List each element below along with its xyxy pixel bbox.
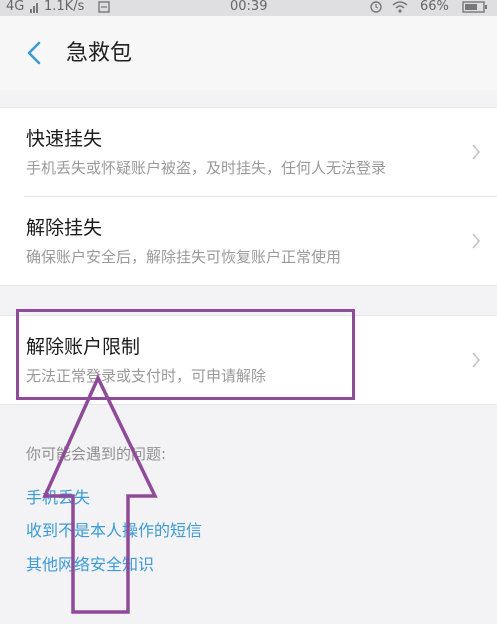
remove-account-limit-desc: 无法正常登录或支付时，可申请解除 (26, 367, 267, 385)
battery-level: 66% (420, 0, 449, 14)
status-bar: 4G 1.1K/s 00:39 66% (0, 0, 497, 16)
quick-report-loss-item[interactable]: 快速挂失 手机丢失或怀疑账户被盗，及时挂失，任何人无法登录 (0, 108, 497, 196)
lock-actions-group: 快速挂失 手机丢失或怀疑账户被盗，及时挂失，任何人无法登录 解除挂失 确保账户安… (0, 107, 497, 286)
cancel-report-loss-item[interactable]: 解除挂失 确保账户安全后，解除挂失可恢复账户正常使用 (0, 197, 497, 285)
status-time: 00:39 (230, 0, 268, 14)
network-label: 4G (6, 0, 25, 14)
chevron-right-icon (471, 351, 481, 369)
back-arrow-icon[interactable] (24, 40, 46, 66)
signal-icon (30, 1, 40, 16)
battery-icon (462, 1, 488, 16)
cancel-report-loss-desc: 确保账户安全后，解除挂失可恢复账户正常使用 (26, 248, 342, 266)
page-title: 急救包 (66, 41, 133, 66)
account-limit-group: 解除账户限制 无法正常登录或支付时，可申请解除 (0, 315, 497, 405)
remove-account-limit-title: 解除账户限制 (26, 336, 141, 358)
notification-icon (98, 1, 110, 16)
chevron-right-icon (471, 143, 481, 161)
nav-bar: 急救包 (0, 16, 497, 90)
faq-link-security-knowledge[interactable]: 其他网络安全知识 (26, 554, 154, 576)
remove-account-limit-item[interactable]: 解除账户限制 无法正常登录或支付时，可申请解除 (0, 316, 497, 404)
faq-link-phone-lost[interactable]: 手机丢失 (26, 487, 90, 509)
quick-report-loss-title: 快速挂失 (26, 128, 103, 150)
network-speed: 1.1K/s (44, 0, 85, 14)
quick-report-loss-desc: 手机丢失或怀疑账户被盗，及时挂失，任何人无法登录 (26, 159, 387, 177)
faq-heading: 你可能会遇到的问题: (26, 445, 167, 463)
wifi-icon (392, 1, 408, 16)
chevron-right-icon (471, 232, 481, 250)
alarm-icon (370, 1, 382, 16)
cancel-report-loss-title: 解除挂失 (26, 217, 103, 239)
faq-link-unknown-sms[interactable]: 收到不是本人操作的短信 (26, 520, 202, 542)
